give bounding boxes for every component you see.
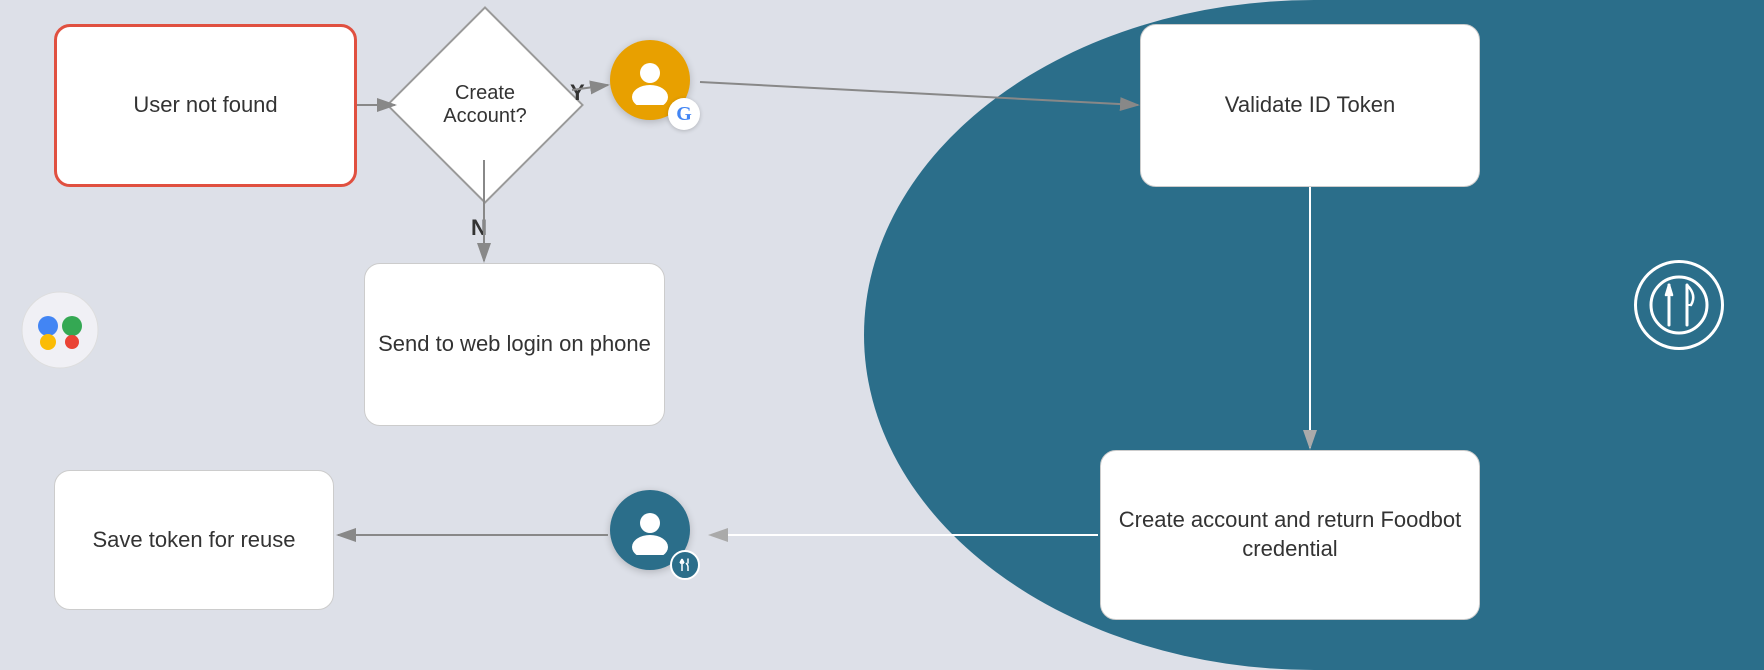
save-token-label: Save token for reuse bbox=[92, 526, 295, 555]
send-to-web-label: Send to web login on phone bbox=[378, 330, 651, 359]
create-account-node: Create account and return Foodbot creden… bbox=[1100, 450, 1480, 620]
send-to-web-node: Send to web login on phone bbox=[364, 263, 665, 426]
fork-knife-svg-small bbox=[677, 557, 693, 573]
fork-knife-svg-large bbox=[1649, 275, 1709, 335]
yes-label: Y bbox=[570, 80, 585, 106]
foodbot-right-icon bbox=[1634, 260, 1724, 350]
google-assistant-icon bbox=[20, 290, 100, 370]
google-badge: G bbox=[668, 98, 700, 130]
diamond-label: CreateAccount? bbox=[443, 82, 526, 128]
no-label: N bbox=[471, 215, 487, 241]
validate-id-label: Validate ID Token bbox=[1225, 91, 1395, 120]
google-avatar-icon: G bbox=[610, 40, 700, 130]
user-not-found-label: User not found bbox=[133, 91, 277, 120]
foodbot-badge bbox=[670, 550, 700, 580]
person-svg bbox=[625, 55, 675, 105]
foodbot-person-svg bbox=[625, 505, 675, 555]
assistant-svg bbox=[20, 290, 100, 370]
create-account-diamond: CreateAccount? bbox=[400, 20, 570, 190]
foodbot-avatar-icon bbox=[610, 490, 700, 580]
user-not-found-node: User not found bbox=[54, 24, 357, 187]
create-account-label: Create account and return Foodbot creden… bbox=[1101, 506, 1479, 563]
save-token-node: Save token for reuse bbox=[54, 470, 334, 610]
validate-id-token-node: Validate ID Token bbox=[1140, 24, 1480, 187]
